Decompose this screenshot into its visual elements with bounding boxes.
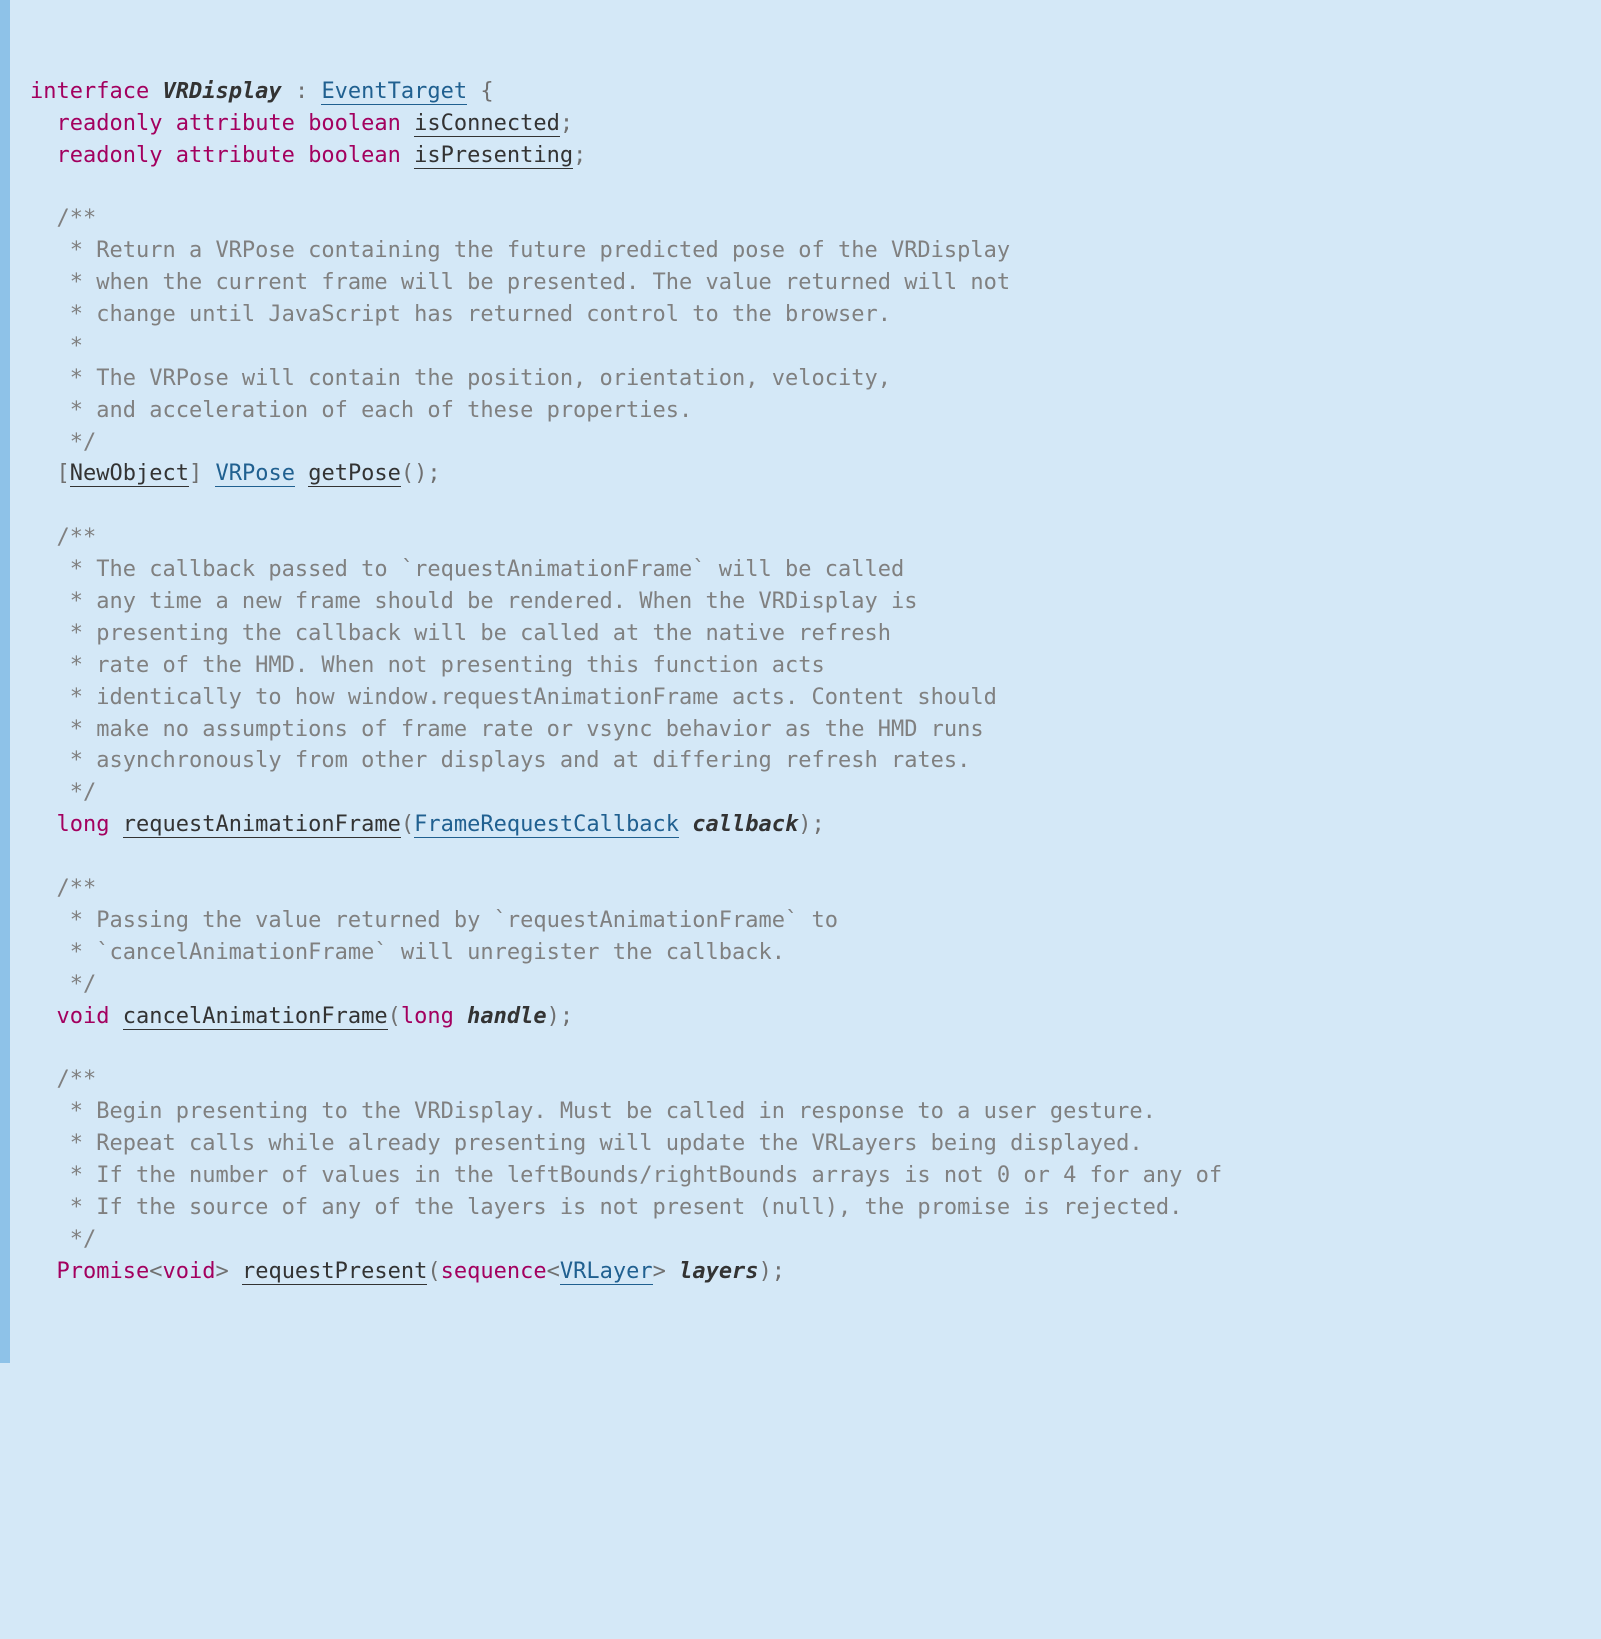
type-vrlayer[interactable]: VRLayer [560, 1259, 653, 1285]
comment-caf: /** * Passing the value returned by `req… [30, 876, 838, 997]
kw-boolean: boolean [308, 111, 401, 136]
attr-ispresenting[interactable]: isPresenting [414, 143, 573, 169]
method-cancelanimationframe[interactable]: cancelAnimationFrame [123, 1004, 388, 1030]
extattr-newobject[interactable]: NewObject [70, 461, 189, 487]
comment-raf: /** * The callback passed to `requestAni… [30, 525, 997, 805]
kw-void: void [162, 1259, 215, 1284]
kw-readonly: readonly [57, 111, 163, 136]
kw-readonly: readonly [57, 143, 163, 168]
attr-isconnected[interactable]: isConnected [414, 111, 560, 137]
type-vrpose[interactable]: VRPose [215, 461, 294, 487]
kw-sequence: sequence [441, 1259, 547, 1284]
extends-link[interactable]: EventTarget [321, 79, 467, 105]
kw-attribute: attribute [176, 111, 295, 136]
kw-long: long [401, 1004, 454, 1029]
comment-getpose: /** * Return a VRPose containing the fut… [30, 206, 1010, 454]
arg-layers: layers [679, 1259, 758, 1284]
kw-attribute: attribute [176, 143, 295, 168]
idl-block: interface VRDisplay : EventTarget { read… [30, 79, 1222, 1285]
method-getpose[interactable]: getPose [308, 461, 401, 487]
kw-boolean: boolean [308, 143, 401, 168]
interface-name: VRDisplay [162, 79, 281, 104]
kw-interface: interface [30, 79, 149, 104]
kw-promise: Promise [57, 1259, 150, 1284]
method-requestpresent[interactable]: requestPresent [242, 1259, 427, 1285]
kw-void: void [57, 1004, 110, 1029]
kw-long: long [57, 812, 110, 837]
method-requestanimationframe[interactable]: requestAnimationFrame [123, 812, 401, 838]
arg-callback: callback [692, 812, 798, 837]
arg-handle: handle [467, 1004, 546, 1029]
comment-requestpresent: /** * Begin presenting to the VRDisplay.… [30, 1067, 1222, 1251]
type-framerequestcallback[interactable]: FrameRequestCallback [414, 812, 679, 838]
